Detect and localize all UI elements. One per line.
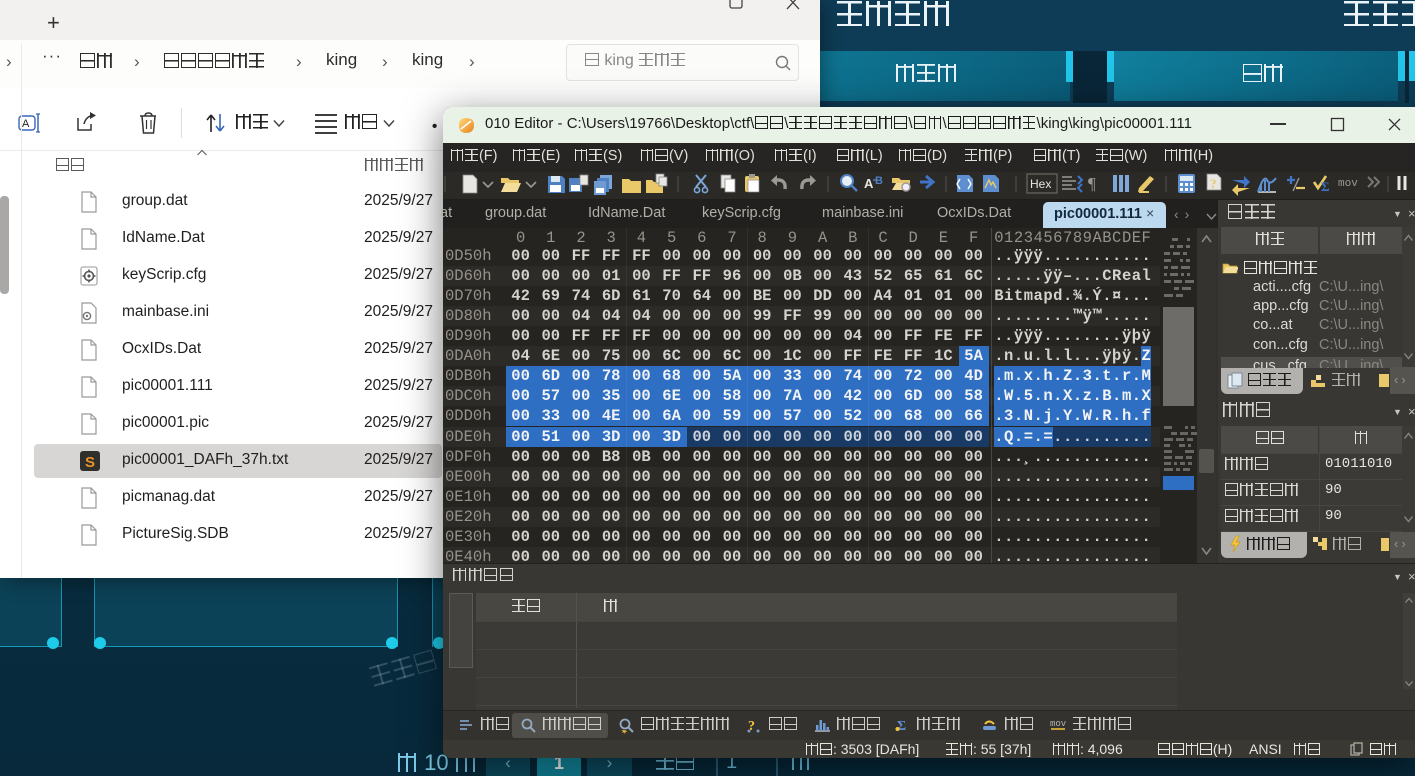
svg-text:Hex: Hex: [1030, 177, 1051, 191]
svg-text:mov: mov: [1338, 178, 1358, 190]
svg-text:Σ: Σ: [897, 719, 906, 733]
svg-text:A: A: [22, 118, 30, 130]
svg-text:A: A: [864, 176, 874, 191]
svg-text:B: B: [875, 175, 883, 187]
svg-text:?: ?: [1210, 176, 1217, 191]
svg-text:¶: ¶: [1088, 174, 1096, 193]
svg-text:mov: mov: [1050, 719, 1067, 729]
svg-text:Σ: Σ: [1321, 179, 1330, 194]
